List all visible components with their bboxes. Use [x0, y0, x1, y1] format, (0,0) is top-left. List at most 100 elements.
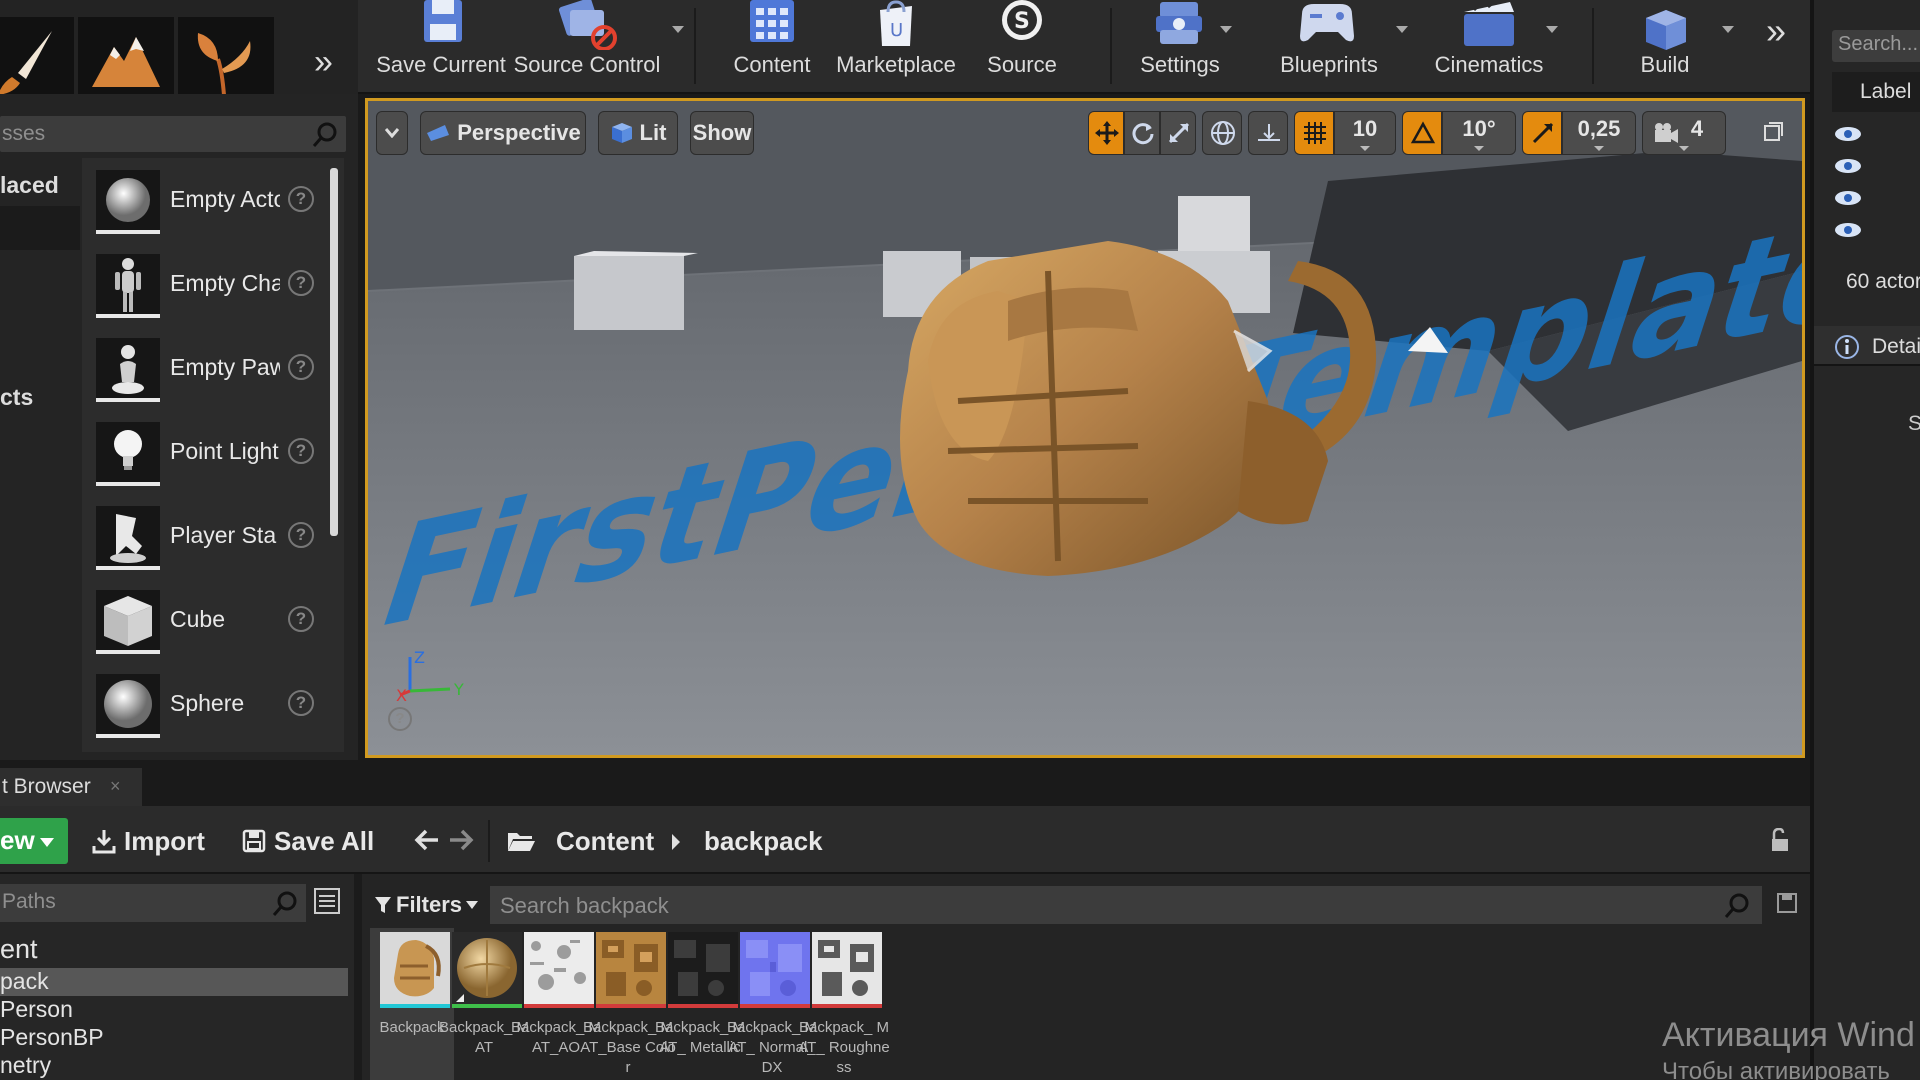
grid-snap-value[interactable]: 10: [1334, 111, 1396, 155]
visibility-eye-icon[interactable]: [1834, 158, 1862, 174]
place-list-scrollbar[interactable]: [330, 168, 338, 536]
view-options-icon[interactable]: [314, 888, 340, 914]
save-current-button[interactable]: Save Current: [376, 0, 506, 94]
help-icon[interactable]: ?: [288, 438, 314, 464]
cinematics-button[interactable]: Cinematics: [1422, 0, 1556, 94]
rotation-snap-value[interactable]: 10°: [1442, 111, 1516, 155]
tree-item-content[interactable]: ent: [0, 934, 348, 968]
place-item-empty-character[interactable]: Empty Cha ?: [82, 248, 344, 332]
save-search-icon[interactable]: [1776, 892, 1798, 914]
place-item-empty-actor[interactable]: Empty Acto ?: [82, 164, 344, 248]
scale-tool[interactable]: [1160, 111, 1196, 155]
tab-details[interactable]: Detai: [1814, 326, 1920, 366]
tree-item-backpack[interactable]: pack: [0, 968, 348, 996]
add-new-button[interactable]: ew: [0, 818, 68, 864]
scale-snap-toggle[interactable]: [1522, 111, 1562, 155]
asset-search-input[interactable]: Search backpack: [490, 886, 1762, 924]
blueprints-button[interactable]: Blueprints: [1256, 0, 1402, 94]
toolbar-more-button[interactable]: »: [1766, 10, 1786, 52]
tree-item-geometry[interactable]: netry: [0, 1052, 348, 1080]
close-icon[interactable]: ×: [110, 776, 121, 797]
place-actors-panel: sses laced cts Empty Acto ? Empty Cha ? …: [0, 94, 358, 760]
outliner-label-column[interactable]: Label: [1832, 72, 1920, 112]
category-basic[interactable]: [0, 206, 80, 250]
show-button[interactable]: Show: [690, 111, 754, 155]
cinematics-dropdown[interactable]: [1546, 26, 1558, 33]
perspective-button[interactable]: Perspective: [420, 111, 586, 155]
level-viewport[interactable]: FirstPersonTemplate Perspective Lit Show: [365, 98, 1805, 758]
tab-content-browser[interactable]: t Browser ×: [0, 768, 142, 806]
lock-icon[interactable]: [1768, 828, 1790, 852]
content-button[interactable]: Content: [724, 0, 820, 94]
place-item-point-light[interactable]: Point Light ?: [82, 416, 344, 500]
svg-text:U: U: [890, 20, 903, 41]
camera-icon: [1655, 123, 1678, 143]
place-item-sphere[interactable]: Sphere ?: [82, 668, 344, 752]
visibility-eye-icon[interactable]: [1834, 126, 1862, 142]
surface-snap-toggle[interactable]: [1248, 111, 1288, 155]
content-browser-toolbar: ew Import Save All Content backpack: [0, 806, 1810, 874]
scale-snap-value[interactable]: 0,25: [1562, 111, 1636, 155]
breadcrumb-backpack[interactable]: backpack: [704, 820, 823, 862]
marketplace-button[interactable]: U Marketplace: [832, 0, 960, 94]
forward-arrow-icon[interactable]: [448, 828, 474, 852]
translate-tool[interactable]: [1088, 111, 1124, 155]
viewport-help-icon[interactable]: ?: [388, 707, 412, 731]
build-dropdown[interactable]: [1722, 26, 1734, 33]
tree-item-firstperson[interactable]: Person: [0, 996, 348, 1024]
maximize-viewport-button[interactable]: [1762, 121, 1784, 143]
settings-button[interactable]: Settings: [1124, 0, 1236, 94]
rotation-snap-label: 10°: [1462, 116, 1496, 141]
filters-button[interactable]: Filters: [374, 888, 479, 922]
details-text: S: [1908, 412, 1920, 435]
help-icon[interactable]: ?: [288, 690, 314, 716]
place-item-player-start[interactable]: Player Sta ?: [82, 500, 344, 584]
viewport-scene: FirstPersonTemplate: [368, 101, 1802, 755]
help-icon[interactable]: ?: [288, 186, 314, 212]
build-button[interactable]: Build: [1612, 0, 1718, 94]
import-button[interactable]: Import: [92, 820, 205, 862]
source-control-button[interactable]: Source Control: [514, 0, 660, 94]
place-item-label: Empty Acto: [170, 186, 280, 212]
blueprints-dropdown[interactable]: [1396, 26, 1408, 33]
category-recently-placed[interactable]: laced: [0, 164, 80, 206]
settings-dropdown[interactable]: [1220, 26, 1232, 33]
marketplace-icon: U: [880, 0, 912, 46]
rotate-tool[interactable]: [1124, 111, 1160, 155]
world-local-toggle[interactable]: [1202, 111, 1242, 155]
place-item-cube[interactable]: Cube ?: [82, 584, 344, 668]
back-arrow-icon[interactable]: [414, 828, 440, 852]
visibility-eye-icon[interactable]: [1834, 222, 1862, 238]
help-icon[interactable]: ?: [288, 354, 314, 380]
source-control-dropdown[interactable]: [672, 26, 684, 33]
camera-speed-button[interactable]: 4: [1642, 111, 1726, 155]
panel-splitter[interactable]: [354, 874, 362, 1080]
visibility-eye-icon[interactable]: [1834, 190, 1862, 206]
asset-tile[interactable]: Backpack_ MAT_ Roughness: [798, 928, 890, 1080]
place-search-placeholder: sses: [2, 122, 46, 145]
actor-count-label: 60 actor: [1846, 270, 1920, 293]
outliner-search-input[interactable]: Search...: [1832, 30, 1920, 62]
help-icon[interactable]: ?: [288, 606, 314, 632]
cube-icon: [96, 590, 160, 654]
paths-search-input[interactable]: Paths: [0, 884, 306, 922]
globe-icon: [1211, 121, 1235, 145]
source-button[interactable]: S Source: [972, 0, 1072, 94]
category-visual-effects[interactable]: cts: [0, 384, 33, 411]
viewport-options-button[interactable]: [376, 111, 408, 155]
save-all-button[interactable]: Save All: [242, 820, 374, 862]
place-search-input[interactable]: sses: [0, 116, 346, 152]
camera-speed-label: 4: [1690, 116, 1704, 141]
landscape-icon: [92, 37, 160, 87]
grid-snap-toggle[interactable]: [1294, 111, 1334, 155]
place-item-empty-pawn[interactable]: Empty Paw ?: [82, 332, 344, 416]
scale-icon: [1168, 122, 1190, 144]
tree-item-firstpersonbp[interactable]: PersonBP: [0, 1024, 348, 1052]
help-icon[interactable]: ?: [288, 270, 314, 296]
lit-button[interactable]: Lit: [598, 111, 678, 155]
modes-more-button[interactable]: »: [314, 44, 333, 80]
place-item-label: Cube: [170, 606, 225, 632]
rotation-snap-toggle[interactable]: [1402, 111, 1442, 155]
breadcrumb-content[interactable]: Content: [506, 820, 654, 862]
help-icon[interactable]: ?: [288, 522, 314, 548]
